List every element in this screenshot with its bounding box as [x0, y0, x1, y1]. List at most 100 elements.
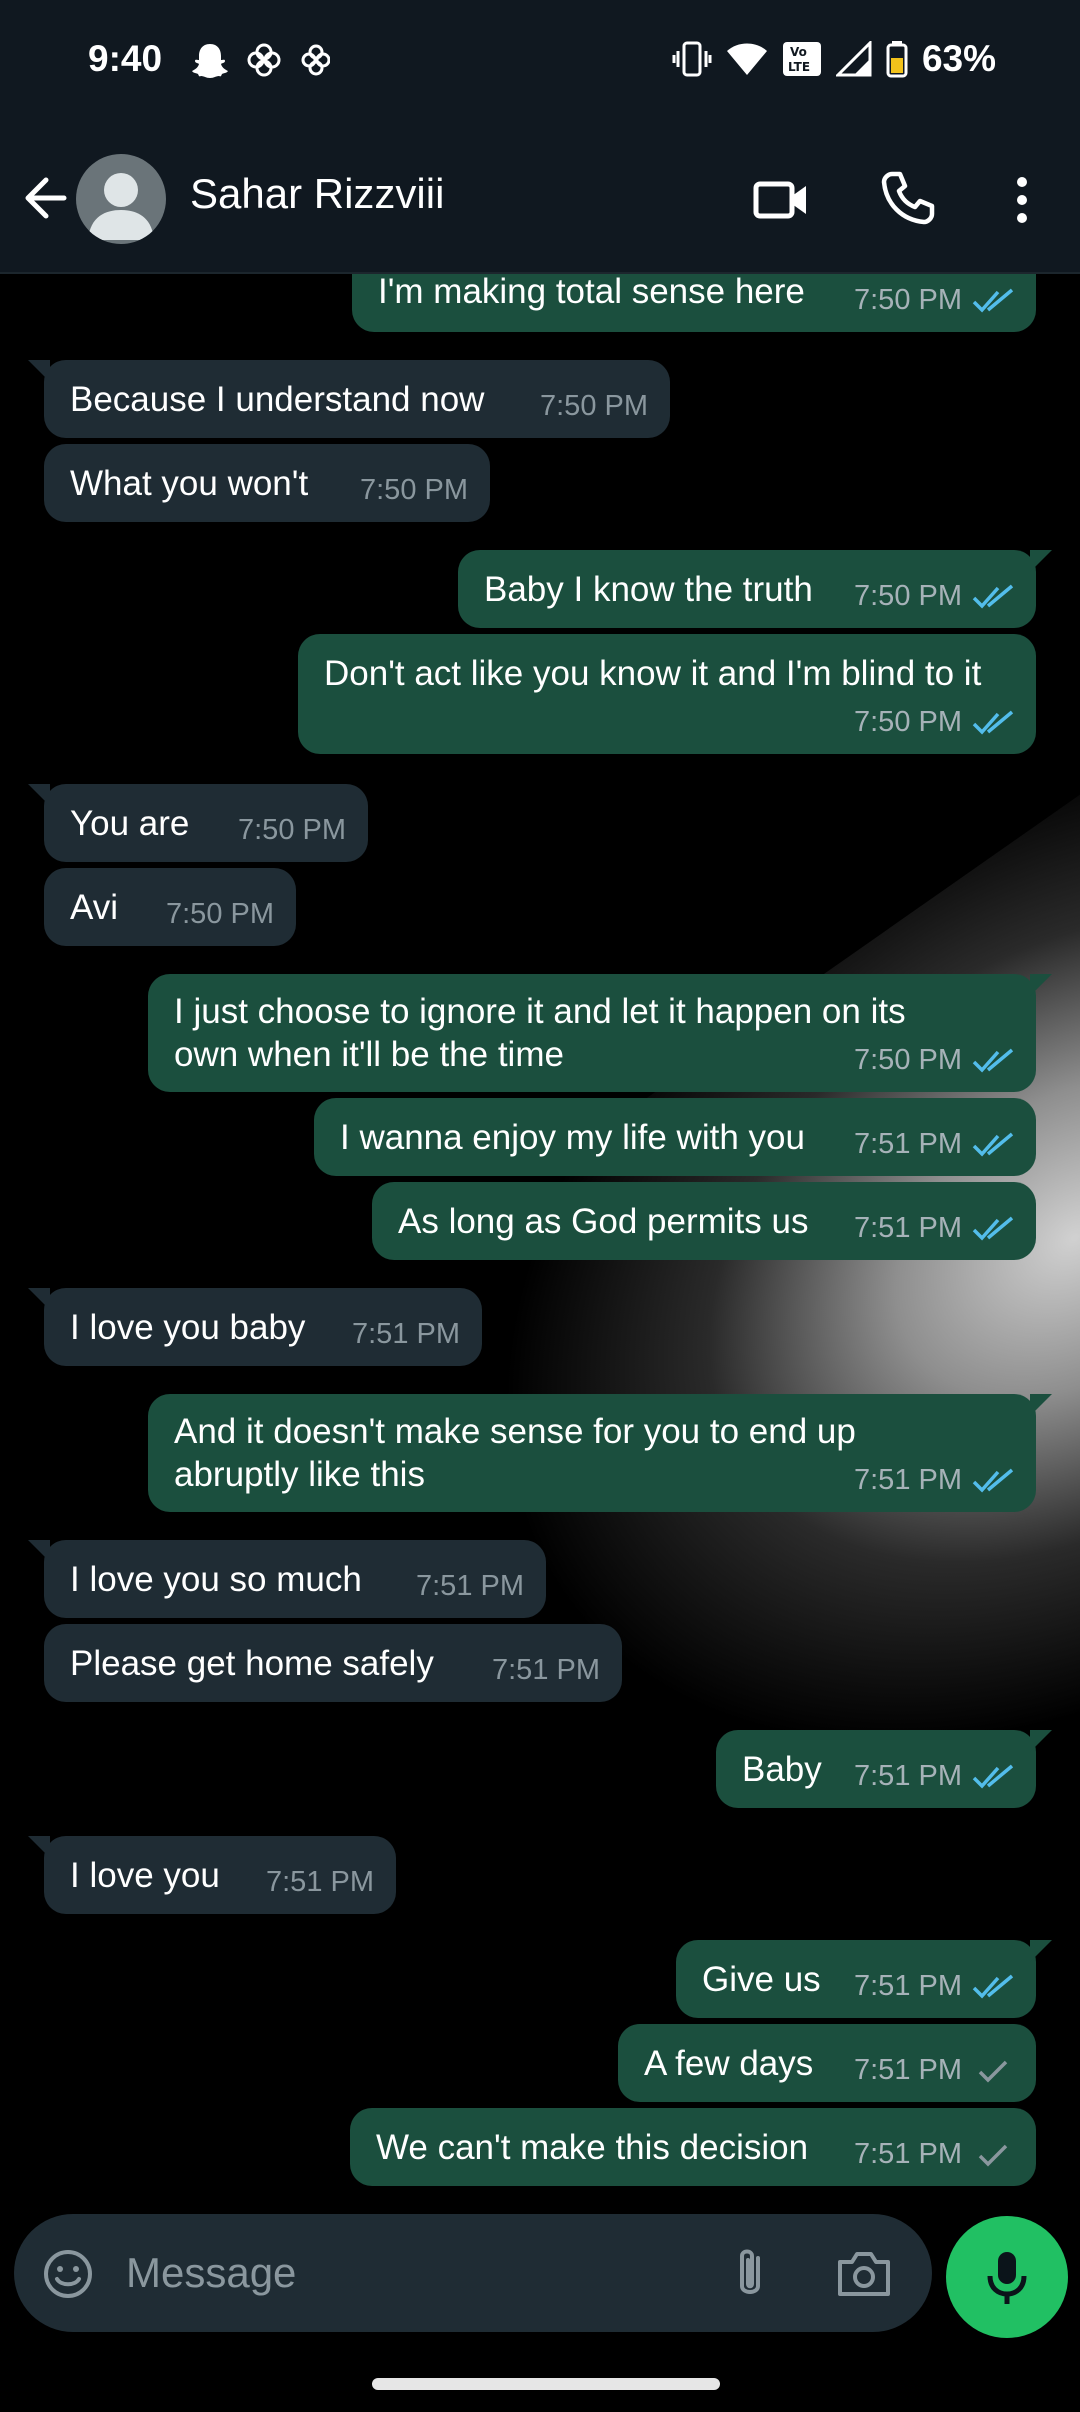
message-time: 7:51 PM — [416, 1570, 524, 1602]
message-list[interactable]: I'm making total sense here 7:50 PM Beca… — [0, 274, 1080, 2206]
attach-icon[interactable] — [720, 2244, 780, 2304]
message-time: 7:51 PM — [352, 1318, 460, 1350]
message-text: I wanna enjoy my life with you — [340, 1118, 805, 1157]
signal-icon — [835, 41, 872, 77]
message-incoming[interactable]: Please get home safely 7:51 PM — [44, 1624, 622, 1702]
volte-icon: Vo LTE — [782, 42, 821, 76]
message-composer — [14, 2214, 932, 2332]
message-outgoing[interactable]: A few days 7:51 PM — [618, 2024, 1036, 2102]
message-line: own when it'll be the time — [174, 1035, 564, 1074]
video-call-icon[interactable] — [752, 170, 812, 230]
message-text: Because I understand now — [70, 380, 485, 419]
read-double-check-icon — [972, 1132, 1014, 1157]
status-bar: 9:40 Vo LTE 63% — [0, 0, 1080, 126]
message-time: 7:50 PM — [854, 706, 962, 738]
voice-message-button[interactable] — [946, 2216, 1068, 2338]
message-text: Baby I know the truth — [484, 570, 813, 609]
svg-text:Vo: Vo — [790, 45, 807, 59]
message-text: Baby — [742, 1750, 822, 1789]
message-incoming[interactable]: I love you 7:51 PM — [28, 1836, 396, 1914]
status-time: 9:40 — [88, 38, 163, 79]
contact-name[interactable]: Sahar Rizzviii — [190, 170, 444, 218]
message-text: I just choose to ignore it and let it ha… — [174, 990, 906, 1076]
read-double-check-icon — [972, 288, 1014, 313]
message-input[interactable] — [124, 2244, 688, 2302]
message-time: 7:50 PM — [238, 814, 346, 846]
read-double-check-icon — [972, 584, 1014, 609]
home-gesture-bar[interactable] — [372, 2378, 720, 2390]
message-text: What you won't — [70, 464, 309, 503]
message-meta: 7:50 PM — [854, 701, 1014, 744]
message-incoming[interactable]: You are 7:50 PM — [28, 784, 368, 862]
message-time: 7:51 PM — [854, 1760, 962, 1792]
back-arrow-icon[interactable] — [18, 168, 78, 228]
message-outgoing[interactable]: Don't act like you know it and I'm blind… — [298, 634, 1036, 754]
message-meta: 7:50 PM — [854, 575, 1014, 618]
message-text: Don't act like you know it and I'm blind… — [324, 654, 982, 693]
message-meta: 7:51 PM — [854, 2133, 1014, 2176]
message-time: 7:51 PM — [854, 1970, 962, 2002]
message-time: 7:51 PM — [266, 1866, 374, 1898]
chat-header: Sahar Rizzviii — [0, 126, 1080, 274]
message-time: 7:51 PM — [854, 1128, 962, 1160]
message-outgoing[interactable]: We can't make this decision 7:51 PM — [350, 2108, 1036, 2186]
message-text: I'm making total sense here — [378, 274, 805, 311]
more-options-icon[interactable] — [1006, 170, 1038, 230]
message-time: 7:51 PM — [854, 2138, 962, 2170]
emoji-icon[interactable] — [42, 2248, 94, 2300]
message-time: 7:50 PM — [360, 474, 468, 506]
message-outgoing[interactable]: As long as God permits us 7:51 PM — [372, 1182, 1036, 1260]
read-double-check-icon — [972, 1974, 1014, 1999]
sent-check-icon — [978, 2144, 1008, 2166]
message-meta: 7:51 PM — [854, 1755, 1014, 1798]
message-line: abruptly like this — [174, 1455, 425, 1494]
message-text: And it doesn't make sense for you to end… — [174, 1410, 856, 1496]
message-outgoing[interactable]: I'm making total sense here 7:50 PM — [352, 274, 1036, 332]
message-incoming[interactable]: Because I understand now 7:50 PM — [28, 360, 670, 438]
contact-avatar[interactable] — [76, 154, 166, 244]
message-incoming[interactable]: Avi 7:50 PM — [44, 868, 296, 946]
snapchat-icon — [192, 44, 228, 78]
svg-text:LTE: LTE — [788, 60, 810, 74]
flower-icon — [301, 44, 331, 76]
message-meta: 7:51 PM — [854, 1965, 1014, 2008]
message-outgoing[interactable]: Baby 7:51 PM — [716, 1730, 1052, 1808]
message-meta: 7:51 PM — [854, 1207, 1014, 1250]
message-outgoing[interactable]: I just choose to ignore it and let it ha… — [148, 974, 1052, 1092]
message-text: You are — [70, 804, 190, 843]
message-incoming[interactable]: I love you baby 7:51 PM — [28, 1288, 482, 1366]
message-text: As long as God permits us — [398, 1202, 809, 1241]
message-time: 7:50 PM — [854, 284, 962, 316]
voice-call-icon[interactable] — [878, 168, 938, 228]
microphone-icon — [987, 2252, 1027, 2304]
message-text: Avi — [70, 888, 118, 927]
wifi-icon — [726, 43, 767, 75]
message-time: 7:50 PM — [854, 580, 962, 612]
battery-icon — [886, 41, 908, 78]
message-time: 7:51 PM — [492, 1654, 600, 1686]
message-text: We can't make this decision — [376, 2128, 809, 2167]
message-text: I love you so much — [70, 1560, 362, 1599]
message-incoming[interactable]: I love you so much 7:51 PM — [28, 1540, 546, 1618]
message-time: 7:50 PM — [166, 898, 274, 930]
message-outgoing[interactable]: I wanna enjoy my life with you 7:51 PM — [314, 1098, 1036, 1176]
flower-icon — [247, 43, 281, 77]
message-time: 7:51 PM — [854, 1464, 962, 1496]
message-outgoing[interactable]: Give us 7:51 PM — [676, 1940, 1052, 2018]
message-time: 7:51 PM — [854, 1212, 962, 1244]
message-text: A few days — [644, 2044, 814, 2083]
message-meta: 7:50 PM — [854, 279, 1014, 322]
message-meta: 7:51 PM — [854, 1459, 1014, 1502]
read-double-check-icon — [972, 710, 1014, 735]
camera-icon[interactable] — [834, 2246, 894, 2302]
message-time: 7:50 PM — [854, 1044, 962, 1076]
message-text: Please get home safely — [70, 1644, 434, 1683]
message-meta: 7:50 PM — [854, 1039, 1014, 1082]
read-double-check-icon — [972, 1764, 1014, 1789]
message-meta: 7:51 PM — [854, 1123, 1014, 1166]
message-text: I love you baby — [70, 1308, 306, 1347]
message-incoming[interactable]: What you won't 7:50 PM — [44, 444, 490, 522]
message-outgoing[interactable]: Baby I know the truth 7:50 PM — [458, 550, 1052, 628]
message-outgoing[interactable]: And it doesn't make sense for you to end… — [148, 1394, 1052, 1512]
message-meta: 7:51 PM — [854, 2049, 1014, 2092]
